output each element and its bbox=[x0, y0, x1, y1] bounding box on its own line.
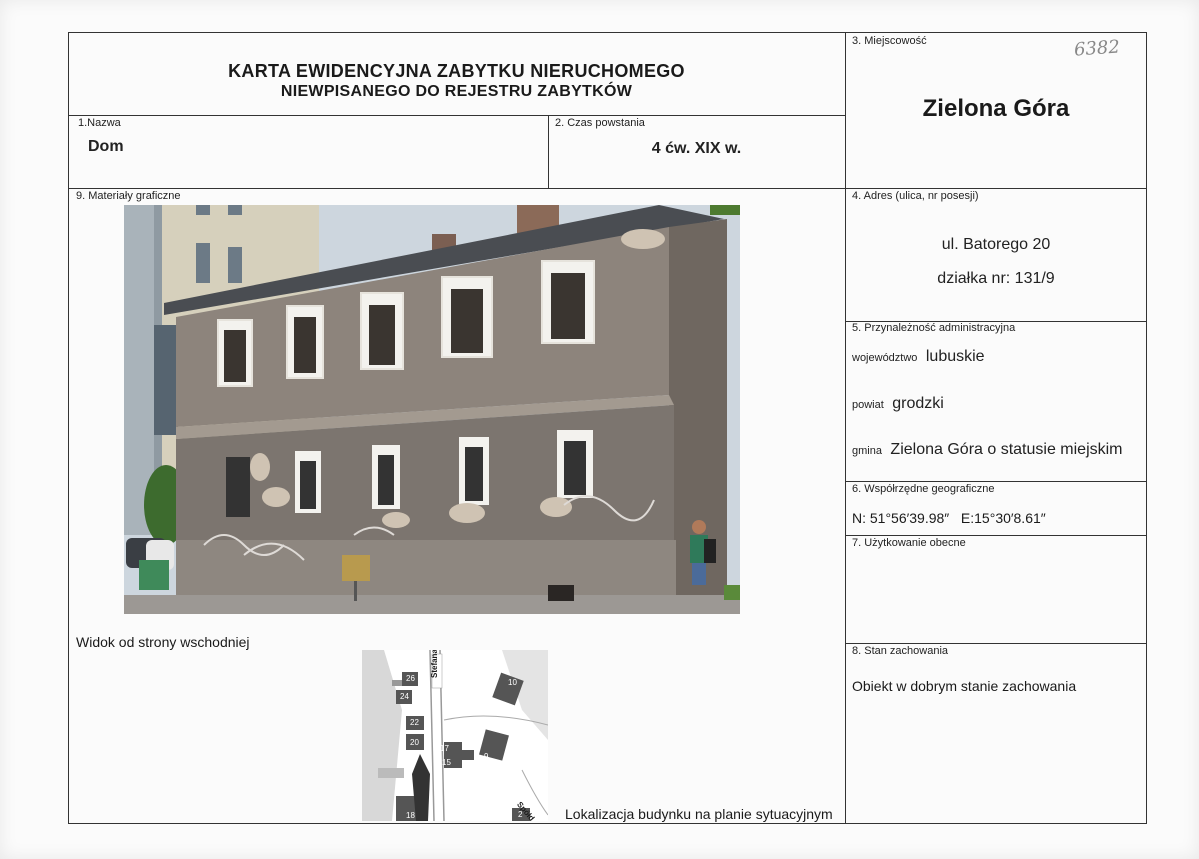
divider-under-admin bbox=[845, 481, 1147, 482]
graphics-label: 9. Materiały graficzne bbox=[76, 190, 181, 202]
condition-label: 8. Stan zachowania bbox=[852, 645, 949, 657]
document-title: KARTA EWIDENCYJNA ZABYTKU NIERUCHOMEGO N… bbox=[68, 61, 845, 101]
title-line-1: KARTA EWIDENCYJNA ZABYTKU NIERUCHOMEGO bbox=[228, 61, 685, 81]
coordinates-label: 6. Współrzędne geograficzne bbox=[852, 483, 995, 495]
date-value: 4 ćw. XIX w. bbox=[651, 140, 742, 157]
address-value: ul. Batorego 20 bbox=[941, 236, 1051, 253]
commune-value: Zielona Góra o statusie miejskim bbox=[890, 441, 1123, 458]
county-label: powiat bbox=[852, 399, 884, 411]
condition-value: Obiekt w dobrym stanie zachowania bbox=[852, 678, 1077, 694]
map-number-9: 9 bbox=[484, 752, 489, 761]
map-number-22: 22 bbox=[410, 718, 419, 727]
admin-label: 5. Przynależność administracyjna bbox=[852, 322, 1016, 334]
photo-caption: Widok od strony wschodniej bbox=[76, 634, 250, 650]
building-photo bbox=[124, 205, 740, 614]
map-number-2: 2 bbox=[518, 810, 523, 819]
commune-label: gmina bbox=[852, 445, 882, 457]
map-number-18: 18 bbox=[406, 811, 415, 820]
divider-right-column bbox=[845, 32, 846, 824]
map-number-24: 24 bbox=[400, 692, 409, 701]
county-value: grodzki bbox=[892, 395, 944, 412]
divider-under-usage bbox=[845, 643, 1147, 644]
date-label: 2. Czas powstania bbox=[555, 117, 645, 129]
locality-label: 3. Miejscowość bbox=[852, 35, 927, 47]
name-value: Dom bbox=[88, 138, 124, 155]
voivodeship-value: lubuskie bbox=[925, 348, 985, 365]
divider-under-name bbox=[68, 188, 1147, 189]
site-plan-map: Stefana B Spółd 26 24 22 20 17 15 9 10 1… bbox=[362, 650, 548, 821]
address-label: 4. Adres (ulica, nr posesji) bbox=[852, 190, 979, 202]
map-number-26: 26 bbox=[406, 674, 415, 683]
voivodeship-row: województwo lubuskie bbox=[852, 348, 985, 366]
map-number-20: 20 bbox=[410, 738, 419, 747]
parcel-value: działka nr: 131/9 bbox=[937, 270, 1055, 287]
map-number-15: 15 bbox=[442, 758, 451, 767]
name-label: 1.Nazwa bbox=[78, 117, 121, 129]
commune-row: gmina Zielona Góra o statusie miejskim bbox=[852, 441, 1123, 459]
divider-under-coords bbox=[845, 535, 1147, 536]
map-caption: Lokalizacja budynku na planie sytuacyjny… bbox=[565, 806, 833, 822]
title-line-2: NIEWPISANEGO DO REJESTRU ZABYTKÓW bbox=[280, 83, 633, 100]
coordinates-value: N: 51°56′39.98″ E:15°30′8.61″ bbox=[852, 510, 1046, 526]
usage-label: 7. Użytkowanie obecne bbox=[852, 537, 966, 549]
county-row: powiat grodzki bbox=[852, 395, 944, 413]
locality-value: Zielona Góra bbox=[922, 95, 1070, 122]
voivodeship-label: województwo bbox=[852, 352, 918, 364]
map-street-label-1: Stefana B bbox=[430, 650, 439, 678]
divider-under-title bbox=[68, 115, 845, 116]
map-number-17: 17 bbox=[440, 744, 449, 753]
map-number-10: 10 bbox=[508, 678, 517, 687]
